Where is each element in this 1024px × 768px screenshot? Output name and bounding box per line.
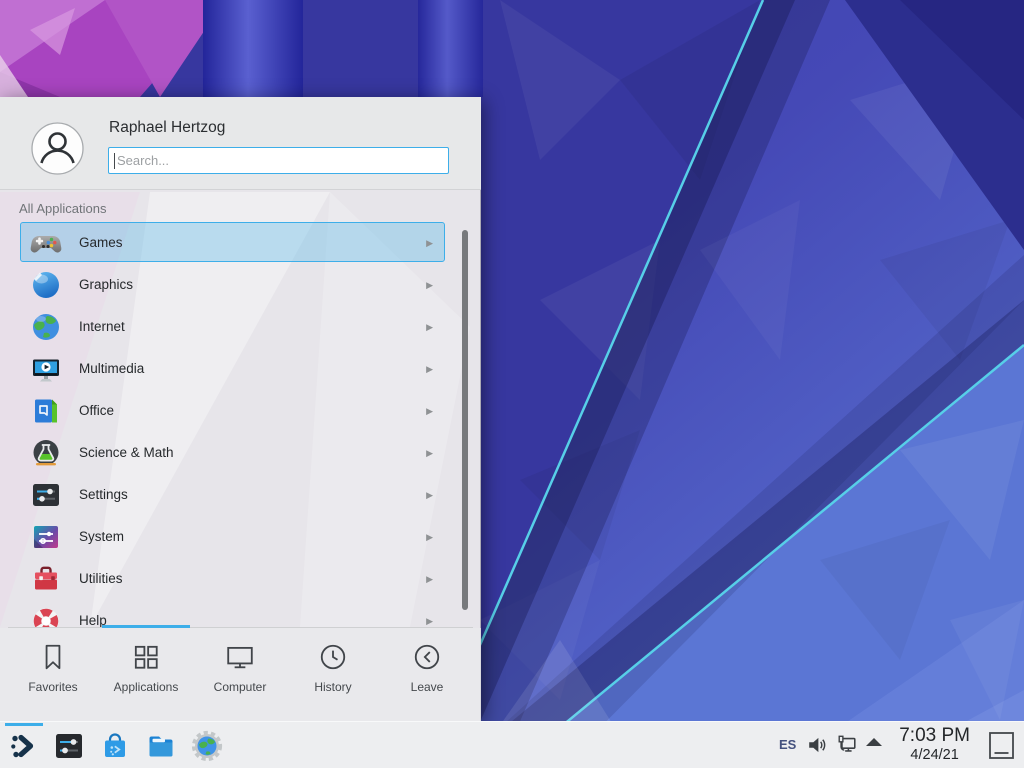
file-manager-button[interactable] bbox=[145, 730, 177, 762]
category-row-office[interactable]: Office ▶ bbox=[20, 390, 445, 430]
launcher-active-indicator bbox=[5, 723, 43, 726]
menu-tabbar: Favorites Applications Computer bbox=[0, 628, 481, 721]
discover-button[interactable] bbox=[99, 730, 131, 762]
category-row-utilities[interactable]: Utilities ▶ bbox=[20, 558, 445, 598]
category-label: Graphics bbox=[79, 277, 133, 292]
tab-favorites[interactable]: Favorites bbox=[7, 628, 99, 721]
desktop: Raphael Hertzog All Applications bbox=[0, 0, 1024, 768]
submenu-arrow-icon: ▶ bbox=[426, 406, 433, 417]
tab-label: Applications bbox=[114, 680, 179, 694]
leave-icon bbox=[412, 642, 442, 672]
category-row-multimedia[interactable]: Multimedia ▶ bbox=[20, 348, 445, 388]
internet-icon bbox=[30, 311, 62, 343]
graphics-icon bbox=[30, 269, 62, 301]
category-row-graphics[interactable]: Graphics ▶ bbox=[20, 264, 445, 304]
volume-icon[interactable] bbox=[806, 734, 828, 756]
keyboard-layout-indicator[interactable]: ES bbox=[779, 737, 796, 752]
history-icon bbox=[318, 642, 348, 672]
tab-label: History bbox=[314, 680, 351, 694]
user-avatar-icon bbox=[31, 122, 84, 175]
category-row-science-math[interactable]: Science & Math ▶ bbox=[20, 432, 445, 472]
search-field-frame bbox=[108, 147, 449, 174]
network-icon[interactable] bbox=[836, 734, 858, 756]
category-list: Games ▶ Graphics ▶ bbox=[0, 215, 481, 628]
category-row-system[interactable]: System ▶ bbox=[20, 516, 445, 556]
submenu-arrow-icon: ▶ bbox=[426, 280, 433, 291]
computer-icon bbox=[225, 642, 255, 672]
settings-icon bbox=[30, 479, 62, 511]
tab-leave[interactable]: Leave bbox=[381, 628, 473, 721]
submenu-arrow-icon: ▶ bbox=[426, 490, 433, 501]
show-desktop-button[interactable] bbox=[988, 731, 1015, 760]
submenu-arrow-icon: ▶ bbox=[426, 574, 433, 585]
utilities-icon bbox=[30, 563, 62, 595]
category-label: Office bbox=[79, 403, 114, 418]
taskbar-panel: ES 7:03 PM 4/24/21 bbox=[0, 721, 1024, 768]
submenu-arrow-icon: ▶ bbox=[426, 532, 433, 543]
application-launcher-button[interactable] bbox=[8, 730, 40, 762]
tab-label: Favorites bbox=[28, 680, 77, 694]
category-label: Settings bbox=[79, 487, 128, 502]
system-settings-button[interactable] bbox=[53, 730, 85, 762]
category-label: Games bbox=[79, 235, 123, 250]
category-label: Internet bbox=[79, 319, 125, 334]
system-icon bbox=[30, 521, 62, 553]
games-icon bbox=[30, 227, 62, 259]
application-launcher-menu: Raphael Hertzog All Applications bbox=[0, 97, 481, 721]
applications-icon bbox=[131, 642, 161, 672]
clock-time: 7:03 PM bbox=[899, 725, 970, 747]
category-label: Multimedia bbox=[79, 361, 144, 376]
submenu-arrow-icon: ▶ bbox=[426, 238, 433, 249]
submenu-arrow-icon: ▶ bbox=[426, 322, 433, 333]
tab-label: Computer bbox=[214, 680, 267, 694]
submenu-arrow-icon: ▶ bbox=[426, 448, 433, 459]
menu-header: Raphael Hertzog bbox=[0, 97, 481, 190]
office-icon bbox=[30, 395, 62, 427]
tab-label: Leave bbox=[411, 680, 444, 694]
category-row-games[interactable]: Games ▶ bbox=[20, 222, 445, 262]
expand-tray-icon[interactable] bbox=[866, 738, 882, 746]
help-icon bbox=[30, 605, 62, 628]
submenu-arrow-icon: ▶ bbox=[426, 364, 433, 375]
user-name: Raphael Hertzog bbox=[109, 119, 225, 137]
search-input[interactable] bbox=[115, 148, 440, 173]
science-math-icon bbox=[30, 437, 62, 469]
list-scrollbar[interactable] bbox=[462, 230, 468, 610]
tab-computer[interactable]: Computer bbox=[194, 628, 286, 721]
favorites-icon bbox=[38, 642, 68, 672]
tab-applications[interactable]: Applications bbox=[100, 628, 192, 721]
category-row-settings[interactable]: Settings ▶ bbox=[20, 474, 445, 514]
submenu-arrow-icon: ▶ bbox=[426, 616, 433, 627]
category-label: Science & Math bbox=[79, 445, 174, 460]
section-label: All Applications bbox=[19, 201, 106, 216]
multimedia-icon bbox=[30, 353, 62, 385]
category-label: Utilities bbox=[79, 571, 123, 586]
category-label: System bbox=[79, 529, 124, 544]
category-row-internet[interactable]: Internet ▶ bbox=[20, 306, 445, 346]
digital-clock[interactable]: 7:03 PM 4/24/21 bbox=[899, 725, 970, 764]
web-browser-button[interactable] bbox=[191, 730, 223, 762]
clock-date: 4/24/21 bbox=[910, 747, 958, 764]
category-row-help[interactable]: Help ▶ bbox=[20, 600, 445, 628]
tab-history[interactable]: History bbox=[287, 628, 379, 721]
